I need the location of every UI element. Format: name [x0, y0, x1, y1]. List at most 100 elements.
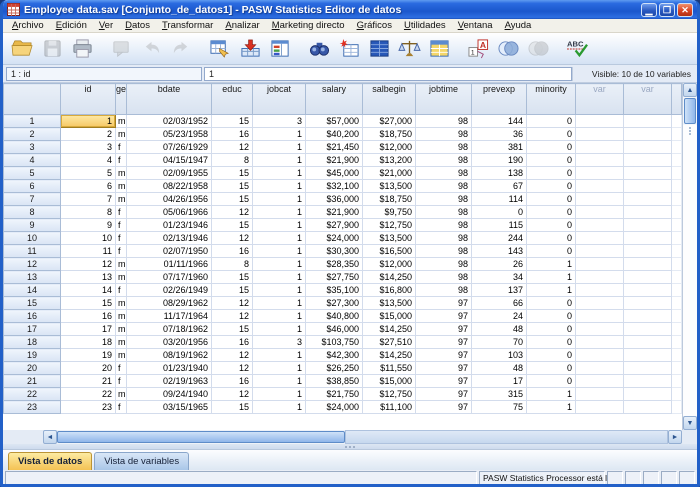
cell-20-gender[interactable]: f [116, 362, 127, 375]
row-header-3[interactable]: 3 [4, 141, 61, 154]
cell-5-var1[interactable] [576, 167, 624, 180]
cell-1-jobcat[interactable]: 3 [253, 115, 306, 128]
scroll-down-icon[interactable]: ▼ [683, 416, 697, 430]
row-header-21[interactable]: 21 [4, 375, 61, 388]
open-data-icon[interactable] [7, 36, 37, 62]
cell-19-id[interactable]: 19 [61, 349, 116, 362]
cell-20-var2[interactable] [624, 362, 672, 375]
cell-13-salary[interactable]: $27,750 [306, 271, 363, 284]
cell-18-educ[interactable]: 16 [212, 336, 253, 349]
cell-1-educ[interactable]: 15 [212, 115, 253, 128]
cell-8-bdate[interactable]: 05/06/1966 [127, 206, 212, 219]
row-header-12[interactable]: 12 [4, 258, 61, 271]
cell-12-educ[interactable]: 8 [212, 258, 253, 271]
cell-13-id[interactable]: 13 [61, 271, 116, 284]
cell-22-id[interactable]: 22 [61, 388, 116, 401]
cell-21-var2[interactable] [624, 375, 672, 388]
row-header-9[interactable]: 9 [4, 219, 61, 232]
cell-7-salbegin[interactable]: $18,750 [363, 193, 416, 206]
cell-15-jobcat[interactable]: 1 [253, 297, 306, 310]
cell-7-salary[interactable]: $36,000 [306, 193, 363, 206]
cell-2-educ[interactable]: 16 [212, 128, 253, 141]
cell-4-bdate[interactable]: 04/15/1947 [127, 154, 212, 167]
scroll-up-icon[interactable]: ▲ [683, 83, 697, 97]
cell-9-salary[interactable]: $27,900 [306, 219, 363, 232]
cell-15-jobtime[interactable]: 97 [416, 297, 472, 310]
cell-14-educ[interactable]: 15 [212, 284, 253, 297]
row-header-14[interactable]: 14 [4, 284, 61, 297]
cell-7-minority[interactable]: 0 [527, 193, 576, 206]
cell-17-minority[interactable]: 0 [527, 323, 576, 336]
cell-17-id[interactable]: 17 [61, 323, 116, 336]
cell-23-jobcat[interactable]: 1 [253, 401, 306, 414]
grid-corner-cell[interactable] [4, 84, 61, 115]
cell-15-id[interactable]: 15 [61, 297, 116, 310]
cell-2-jobtime[interactable]: 98 [416, 128, 472, 141]
cell-20-salary[interactable]: $26,250 [306, 362, 363, 375]
cell-5-educ[interactable]: 15 [212, 167, 253, 180]
cell-1-jobtime[interactable]: 98 [416, 115, 472, 128]
cell-19-salary[interactable]: $42,300 [306, 349, 363, 362]
cell-7-educ[interactable]: 15 [212, 193, 253, 206]
cell-16-id[interactable]: 16 [61, 310, 116, 323]
cell-9-var2[interactable] [624, 219, 672, 232]
menu-ver[interactable]: Ver [93, 20, 119, 31]
cell-5-salary[interactable]: $45,000 [306, 167, 363, 180]
cell-15-salary[interactable]: $27,300 [306, 297, 363, 310]
cell-13-var1[interactable] [576, 271, 624, 284]
cell-17-jobtime[interactable]: 97 [416, 323, 472, 336]
cell-18-gender[interactable]: m [116, 336, 127, 349]
cell-5-jobtime[interactable]: 98 [416, 167, 472, 180]
cell-23-bdate[interactable]: 03/15/1965 [127, 401, 212, 414]
cell-18-salary[interactable]: $103,750 [306, 336, 363, 349]
row-header-20[interactable]: 20 [4, 362, 61, 375]
cell-22-educ[interactable]: 12 [212, 388, 253, 401]
cell-23-var2[interactable] [624, 401, 672, 414]
cell-7-var1[interactable] [576, 193, 624, 206]
cell-3-prevexp[interactable]: 381 [472, 141, 527, 154]
menu-marketing-directo[interactable]: Marketing directo [266, 20, 351, 31]
cell-19-gender[interactable]: m [116, 349, 127, 362]
cell-17-bdate[interactable]: 07/18/1962 [127, 323, 212, 336]
cell-6-jobcat[interactable]: 1 [253, 180, 306, 193]
row-header-23[interactable]: 23 [4, 401, 61, 414]
cell-11-var1[interactable] [576, 245, 624, 258]
variables-icon[interactable] [265, 36, 295, 62]
cell-13-jobcat[interactable]: 1 [253, 271, 306, 284]
cell-11-minority[interactable]: 0 [527, 245, 576, 258]
cell-17-prevexp[interactable]: 48 [472, 323, 527, 336]
cell-23-salbegin[interactable]: $11,100 [363, 401, 416, 414]
cell-9-gender[interactable]: f [116, 219, 127, 232]
cell-17-var2[interactable] [624, 323, 672, 336]
cell-21-var1[interactable] [576, 375, 624, 388]
cell-11-bdate[interactable]: 02/07/1950 [127, 245, 212, 258]
cell-3-minority[interactable]: 0 [527, 141, 576, 154]
cell-10-var2[interactable] [624, 232, 672, 245]
cell-16-prevexp[interactable]: 24 [472, 310, 527, 323]
goto-variable-icon[interactable] [235, 36, 265, 62]
cell-18-var2[interactable] [624, 336, 672, 349]
cell-22-jobtime[interactable]: 97 [416, 388, 472, 401]
cell-15-educ[interactable]: 12 [212, 297, 253, 310]
cell-7-prevexp[interactable]: 114 [472, 193, 527, 206]
cell-14-jobtime[interactable]: 98 [416, 284, 472, 297]
cell-5-var2[interactable] [624, 167, 672, 180]
cell-1-bdate[interactable]: 02/03/1952 [127, 115, 212, 128]
column-header-id[interactable]: id [61, 84, 116, 115]
row-header-5[interactable]: 5 [4, 167, 61, 180]
cell-16-salbegin[interactable]: $15,000 [363, 310, 416, 323]
cell-14-salary[interactable]: $35,100 [306, 284, 363, 297]
cell-19-bdate[interactable]: 08/19/1962 [127, 349, 212, 362]
cell-13-educ[interactable]: 15 [212, 271, 253, 284]
maximize-button[interactable]: ❐ [659, 3, 675, 17]
cell-9-jobtime[interactable]: 98 [416, 219, 472, 232]
menu-edici-n[interactable]: Edición [50, 20, 93, 31]
cell-21-bdate[interactable]: 02/19/1963 [127, 375, 212, 388]
cell-3-jobcat[interactable]: 1 [253, 141, 306, 154]
cell-2-jobcat[interactable]: 1 [253, 128, 306, 141]
cell-21-jobcat[interactable]: 1 [253, 375, 306, 388]
value-labels-icon[interactable]: 1A [463, 36, 493, 62]
cell-15-prevexp[interactable]: 66 [472, 297, 527, 310]
cell-23-var1[interactable] [576, 401, 624, 414]
vertical-scroll-track[interactable] [683, 125, 697, 416]
